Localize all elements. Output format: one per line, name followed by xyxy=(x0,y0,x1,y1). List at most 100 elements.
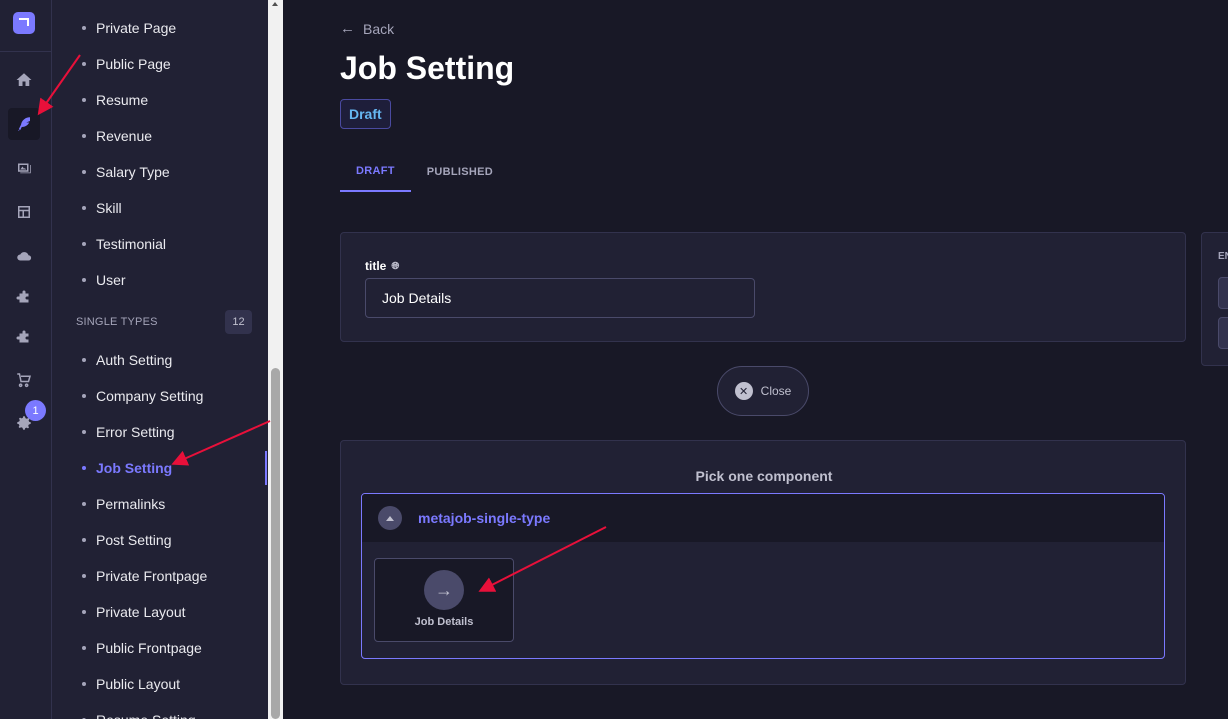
sidebar-item-label: Testimonial xyxy=(96,236,167,252)
title-label-text: title xyxy=(365,259,387,273)
picker-title: Pick one component xyxy=(695,468,833,484)
chevron-up-icon[interactable] xyxy=(378,506,402,530)
bullet-icon xyxy=(82,610,86,614)
bullet-icon xyxy=(82,538,86,542)
bullet-icon xyxy=(82,206,86,210)
status-tabs: DRAFT PUBLISHED xyxy=(340,152,509,192)
sidebar-item-public-frontpage[interactable]: Public Frontpage xyxy=(82,638,202,658)
sidebar-item-private-page[interactable]: Private Page xyxy=(82,18,176,38)
title-field-panel: title 🌐︎ xyxy=(340,232,1186,342)
logo-icon[interactable] xyxy=(13,12,35,34)
sidebar-item-label: Public Page xyxy=(96,56,171,72)
component-picker-panel: Pick one component metajob-single-type →… xyxy=(340,440,1186,685)
side-info-panel: EN xyxy=(1201,232,1228,366)
close-button[interactable]: ✕ Close xyxy=(717,366,809,416)
bullet-icon xyxy=(82,394,86,398)
status-badge: Draft xyxy=(340,99,391,129)
bullet-icon xyxy=(82,574,86,578)
title-field-label: title 🌐︎ xyxy=(365,259,399,273)
sidebar-item-revenue[interactable]: Revenue xyxy=(82,126,152,146)
component-card-job-details[interactable]: → Job Details xyxy=(374,558,514,642)
sidebar-item-label: Auth Setting xyxy=(96,352,173,368)
bullet-icon xyxy=(82,98,86,102)
sidebar-item-public-page[interactable]: Public Page xyxy=(82,54,171,74)
arrow-right-icon: → xyxy=(424,570,464,610)
tab-draft[interactable]: DRAFT xyxy=(340,152,411,192)
media-library-icon[interactable] xyxy=(8,152,40,184)
sidebar-item-resume-setting[interactable]: Resume Setting xyxy=(82,710,196,719)
bullet-icon xyxy=(82,502,86,506)
close-icon: ✕ xyxy=(734,382,753,400)
sidebar-item-label: Error Setting xyxy=(96,424,175,440)
tab-published[interactable]: PUBLISHED xyxy=(411,152,509,192)
settings-notification-badge: 1 xyxy=(25,400,46,421)
sidebar-item-private-frontpage[interactable]: Private Frontpage xyxy=(82,566,207,586)
sidebar-item-label: Public Layout xyxy=(96,676,181,692)
side-panel-button[interactable] xyxy=(1218,317,1228,349)
sidebar-item-label: Salary Type xyxy=(96,164,170,180)
category-name: metajob-single-type xyxy=(418,510,551,526)
content-manager-icon[interactable] xyxy=(8,108,40,140)
sidebar-item-skill[interactable]: Skill xyxy=(82,198,122,218)
sidebar-item-auth-setting[interactable]: Auth Setting xyxy=(82,350,172,370)
sidebar-item-salary-type[interactable]: Salary Type xyxy=(82,162,170,182)
sidebar-item-label: Private Layout xyxy=(96,604,186,620)
bullet-icon xyxy=(82,646,86,650)
component-category: metajob-single-type → Job Details xyxy=(361,493,1165,659)
sidebar-item-label: Resume xyxy=(96,92,149,108)
sidebar-item-company-setting[interactable]: Company Setting xyxy=(82,386,203,406)
bullet-icon xyxy=(82,170,86,174)
sidebar-item-label: Revenue xyxy=(96,128,153,144)
bullet-icon xyxy=(82,62,86,66)
rail-divider xyxy=(0,51,52,52)
sidebar-item-label: Job Setting xyxy=(96,460,173,476)
bullet-icon xyxy=(82,26,86,30)
scrollbar-thumb[interactable] xyxy=(271,368,280,719)
component-label: Job Details xyxy=(414,616,474,628)
layout-icon[interactable] xyxy=(8,196,40,228)
bullet-icon xyxy=(82,466,86,470)
sidebar-item-post-setting[interactable]: Post Setting xyxy=(82,530,172,550)
back-link[interactable]: ← Back xyxy=(340,20,394,37)
subnav-scrollbar[interactable] xyxy=(268,0,283,719)
title-input[interactable] xyxy=(365,278,755,318)
close-label: Close xyxy=(760,384,792,398)
sidebar-item-testimonial[interactable]: Testimonial xyxy=(82,234,166,254)
sidebar-item-label: Private Frontpage xyxy=(96,568,208,584)
sidebar-item-label: Public Frontpage xyxy=(96,640,202,656)
sidebar-item-label: Company Setting xyxy=(96,388,204,404)
sidebar-item-label: Private Page xyxy=(96,20,177,36)
single-types-heading[interactable]: SINGLE TYPES xyxy=(76,316,158,328)
category-header[interactable]: metajob-single-type xyxy=(362,494,1164,542)
sidebar-item-error-setting[interactable]: Error Setting xyxy=(82,422,175,442)
sidebar-item-user[interactable]: User xyxy=(82,270,126,290)
bullet-icon xyxy=(82,242,86,246)
sidebar-item-job-setting[interactable]: Job Setting xyxy=(82,458,172,478)
puzzle-icon[interactable] xyxy=(8,322,40,354)
home-icon[interactable] xyxy=(8,64,40,96)
globe-icon: 🌐︎ xyxy=(391,260,400,272)
main-nav-rail: 1 xyxy=(0,0,52,719)
sidebar-item-permalinks[interactable]: Permalinks xyxy=(82,494,165,514)
sidebar-item-private-layout[interactable]: Private Layout xyxy=(82,602,186,622)
arrow-left-icon: ← xyxy=(340,20,355,37)
edit-view: ← Back Job Setting Draft DRAFT PUBLISHED… xyxy=(283,0,1228,719)
sidebar-item-label: Skill xyxy=(96,200,122,216)
scroll-up-arrow-icon[interactable] xyxy=(272,2,278,6)
puzzle-icon[interactable] xyxy=(8,282,40,314)
content-types-subnav: Private Page Public Page Resume Revenue Sala… xyxy=(52,0,268,719)
sidebar-item-label: Resume Setting xyxy=(96,712,196,719)
page-title: Job Setting xyxy=(340,50,515,86)
bullet-icon xyxy=(82,358,86,362)
back-label: Back xyxy=(363,20,395,37)
sidebar-item-label: Post Setting xyxy=(96,532,172,548)
bullet-icon xyxy=(82,134,86,138)
cart-icon[interactable] xyxy=(8,364,40,396)
cloud-icon[interactable] xyxy=(8,240,40,272)
bullet-icon xyxy=(82,682,86,686)
side-panel-button[interactable] xyxy=(1218,277,1228,309)
sidebar-item-public-layout[interactable]: Public Layout xyxy=(82,674,180,694)
single-types-count-badge: 12 xyxy=(225,310,252,334)
sidebar-item-resume[interactable]: Resume xyxy=(82,90,148,110)
sidebar-item-label: Permalinks xyxy=(96,496,166,512)
